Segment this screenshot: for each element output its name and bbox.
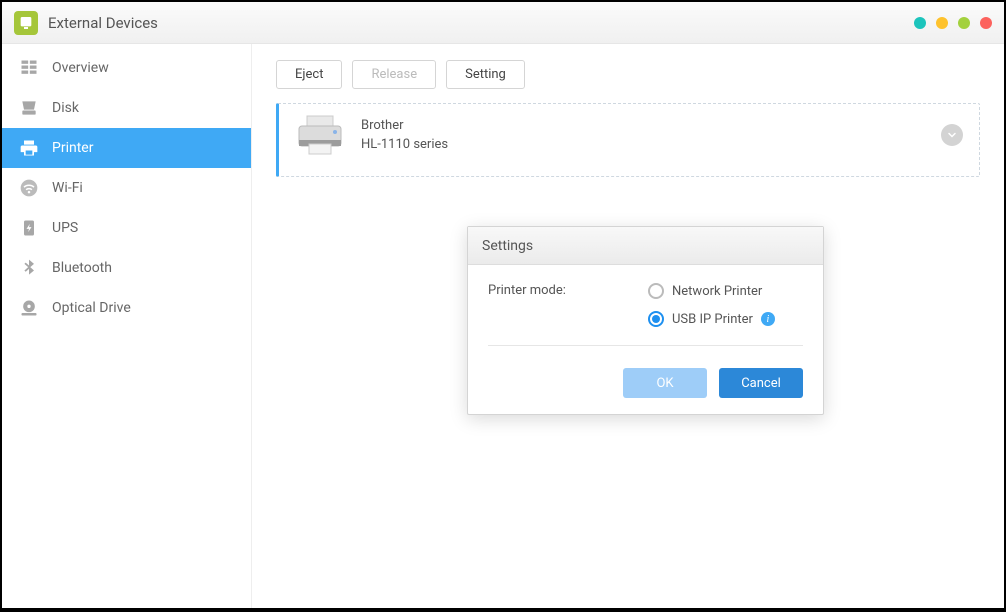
sidebar-item-label: Disk [52, 100, 79, 116]
printer-mode-label: Printer mode: [488, 283, 648, 327]
device-text: Brother HL-1110 series [361, 118, 941, 152]
overview-icon [18, 57, 40, 79]
setting-button[interactable]: Setting [446, 60, 525, 89]
dialog-title: Settings [468, 227, 823, 265]
sidebar-item-label: Bluetooth [52, 260, 112, 276]
device-card[interactable]: Brother HL-1110 series [276, 103, 980, 177]
sidebar-item-bluetooth[interactable]: Bluetooth [2, 248, 251, 288]
dialog-separator [488, 345, 803, 346]
window-control-close[interactable] [980, 17, 992, 29]
sidebar-item-optical-drive[interactable]: Optical Drive [2, 288, 251, 328]
window-controls [914, 17, 992, 29]
radio-icon [648, 283, 664, 299]
eject-button[interactable]: Eject [276, 60, 342, 89]
wifi-icon [18, 177, 40, 199]
window-title: External Devices [48, 14, 914, 32]
ok-button[interactable]: OK [623, 368, 707, 398]
radio-label: USB IP Printer [672, 312, 753, 327]
ups-icon [18, 217, 40, 239]
radio-icon [648, 311, 664, 327]
device-name: Brother [361, 118, 941, 133]
sidebar-item-label: Printer [52, 140, 93, 156]
sidebar-item-label: UPS [52, 220, 78, 236]
sidebar-item-wifi[interactable]: Wi-Fi [2, 168, 251, 208]
sidebar-item-disk[interactable]: Disk [2, 88, 251, 128]
bluetooth-icon [18, 257, 40, 279]
sidebar-item-printer[interactable]: Printer [2, 128, 251, 168]
window-control-minimize[interactable] [914, 17, 926, 29]
window-control-maximize[interactable] [936, 17, 948, 29]
printer-icon [18, 137, 40, 159]
printer-mode-radio-group: Network Printer USB IP Printer i [648, 283, 775, 327]
dialog-buttons: OK Cancel [468, 368, 823, 414]
sidebar-item-overview[interactable]: Overview [2, 48, 251, 88]
window-control-fullscreen[interactable] [958, 17, 970, 29]
app-window: External Devices Overview Disk Printer [2, 2, 1004, 608]
radio-usb-ip-printer[interactable]: USB IP Printer i [648, 311, 775, 327]
sidebar: Overview Disk Printer Wi-Fi UPS Bluetoot… [2, 44, 252, 608]
chevron-down-icon[interactable] [941, 124, 963, 146]
release-button[interactable]: Release [352, 60, 436, 89]
disk-icon [18, 97, 40, 119]
sidebar-item-ups[interactable]: UPS [2, 208, 251, 248]
app-icon [14, 11, 38, 35]
sidebar-item-label: Wi-Fi [52, 180, 83, 196]
optical-drive-icon [18, 297, 40, 319]
device-model: HL-1110 series [361, 137, 941, 152]
cancel-button[interactable]: Cancel [719, 368, 803, 398]
toolbar: Eject Release Setting [276, 60, 980, 89]
radio-network-printer[interactable]: Network Printer [648, 283, 775, 299]
settings-dialog: Settings Printer mode: Network Printer U… [467, 226, 824, 415]
sidebar-item-label: Overview [52, 60, 109, 76]
sidebar-item-label: Optical Drive [52, 300, 131, 316]
printer-image-icon [295, 114, 345, 156]
radio-label: Network Printer [672, 284, 762, 299]
titlebar: External Devices [2, 2, 1004, 44]
info-icon[interactable]: i [761, 312, 775, 326]
dialog-body: Printer mode: Network Printer USB IP Pri… [468, 265, 823, 368]
